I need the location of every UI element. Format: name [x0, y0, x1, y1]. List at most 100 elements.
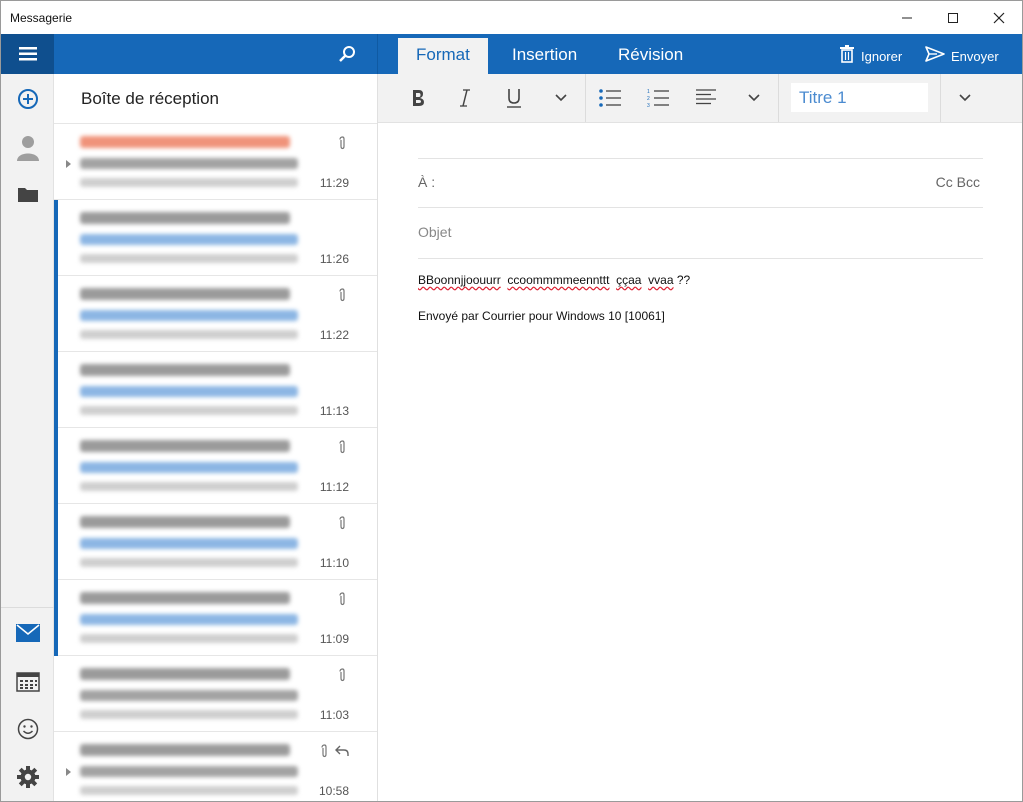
message-item[interactable]: 11:29: [54, 124, 377, 200]
underline-button[interactable]: [498, 74, 530, 122]
maximize-icon: [948, 12, 958, 23]
message-item[interactable]: 11:22: [54, 276, 377, 352]
close-window-button[interactable]: [976, 1, 1022, 34]
signature: Envoyé par Courrier pour Windows 10 [100…: [418, 309, 665, 323]
misspelled-word[interactable]: ccoommmmeennttt: [507, 273, 609, 287]
subject-field[interactable]: Objet: [418, 224, 451, 240]
folders-button[interactable]: [1, 174, 54, 214]
underline-icon: [507, 89, 521, 108]
paperclip-icon: [338, 516, 347, 535]
italic-button[interactable]: [449, 74, 481, 122]
send-button[interactable]: Envoyer: [925, 34, 999, 74]
tab-revision[interactable]: Révision: [600, 38, 701, 74]
message-item[interactable]: 11:03: [54, 656, 377, 732]
bullet-list-button[interactable]: [594, 74, 626, 122]
bullet-list-icon: [599, 89, 621, 107]
message-time: 11:10: [319, 556, 349, 570]
message-item[interactable]: 11:10: [54, 504, 377, 580]
message-time: 11:13: [319, 404, 349, 418]
message-sender-redacted: [80, 440, 290, 452]
settings-button[interactable]: [1, 757, 54, 797]
tab-format[interactable]: Format: [398, 38, 488, 74]
misspelled-word[interactable]: vvaa: [648, 273, 673, 287]
message-subject-redacted: [80, 462, 298, 473]
paragraph-more-dropdown[interactable]: [738, 74, 770, 122]
smiley-icon: [17, 718, 38, 740]
message-subject-redacted: [80, 234, 298, 245]
message-preview-redacted: [80, 558, 298, 567]
title-bar: Messagerie: [1, 1, 1022, 34]
cc-bcc-button[interactable]: Cc Bcc: [936, 174, 980, 190]
hamburger-icon: [18, 47, 37, 61]
people-button[interactable]: [1, 128, 54, 168]
message-item[interactable]: 11:12: [54, 428, 377, 504]
discard-button[interactable]: Ignorer: [839, 34, 902, 74]
paperclip-icon: [338, 440, 347, 459]
message-item[interactable]: 10:58: [54, 732, 377, 801]
svg-text:1: 1: [647, 89, 650, 95]
settings-icon: [16, 766, 39, 788]
calendar-button[interactable]: [1, 662, 54, 702]
search-button[interactable]: [327, 34, 367, 74]
font-more-dropdown[interactable]: [545, 74, 577, 122]
thread-expand-icon[interactable]: [66, 768, 71, 776]
message-item[interactable]: 11:13: [54, 352, 377, 428]
message-time: 11:22: [319, 328, 349, 342]
new-mail-icon: [17, 89, 38, 109]
thread-expand-icon[interactable]: [66, 160, 71, 168]
divider: [418, 158, 983, 159]
calendar-icon: [15, 672, 40, 692]
reply-icon: [335, 744, 349, 762]
paperclip-icon: [338, 288, 347, 307]
message-list-pane: Boîte de réception 11:29 11:26 11:22 11:13 1…: [54, 74, 378, 801]
feedback-button[interactable]: [1, 709, 54, 749]
mail-button[interactable]: [1, 613, 54, 653]
message-subject-redacted: [80, 614, 298, 625]
toolbar-separator: [585, 74, 586, 122]
bold-icon: [413, 90, 424, 106]
message-body[interactable]: BBoonnjjoouurr ccoommmmeennttt ççaa vvaa…: [418, 273, 690, 287]
to-field[interactable]: À :: [418, 174, 435, 190]
message-sender-redacted: [80, 136, 290, 148]
svg-text:2: 2: [647, 96, 650, 102]
paperclip-icon: [338, 136, 347, 155]
maximize-button[interactable]: [930, 1, 976, 34]
numbered-list-icon: 1 2 3: [647, 89, 669, 108]
tab-insertion[interactable]: Insertion: [494, 38, 595, 74]
message-time: 10:58: [318, 784, 349, 798]
paperclip-icon: [338, 668, 347, 687]
misspelled-word[interactable]: BBoonnjjoouurr: [418, 273, 501, 287]
chevron-down-icon: [959, 94, 971, 102]
svg-text:3: 3: [647, 103, 650, 108]
message-preview-redacted: [80, 330, 298, 339]
divider: [418, 258, 983, 259]
rail-separator: [1, 607, 54, 608]
message-item[interactable]: 11:09: [54, 580, 377, 656]
mail-window: Messagerie Format Insertion Révision Ign…: [0, 0, 1023, 802]
search-icon: [339, 46, 355, 62]
message-sender-redacted: [80, 744, 290, 756]
message-preview-redacted: [80, 482, 298, 491]
new-mail-button[interactable]: [1, 79, 54, 119]
toolbar-separator: [940, 74, 941, 122]
message-time: 11:26: [319, 252, 349, 266]
message-time: 11:09: [319, 632, 349, 646]
message-subject-redacted: [80, 538, 298, 549]
message-subject-redacted: [80, 766, 298, 777]
message-list: 11:29 11:26 11:22 11:13 11:12 11:10 11:09 11:03…: [54, 124, 377, 801]
message-time: 11:29: [319, 176, 349, 190]
message-preview-redacted: [80, 254, 298, 263]
hamburger-button[interactable]: [1, 34, 54, 74]
window-title: Messagerie: [10, 10, 73, 25]
message-sender-redacted: [80, 364, 290, 376]
minimize-button[interactable]: [884, 1, 930, 34]
message-sender-redacted: [80, 288, 290, 300]
numbered-list-button[interactable]: 1 2 3: [642, 74, 674, 122]
style-dropdown-toggle[interactable]: [949, 74, 981, 122]
align-button[interactable]: [690, 74, 722, 122]
bold-button[interactable]: [402, 74, 434, 122]
message-item[interactable]: 11:26: [54, 200, 377, 276]
style-dropdown[interactable]: Titre 1: [791, 83, 928, 112]
misspelled-word[interactable]: ççaa: [616, 273, 641, 287]
divider: [418, 207, 983, 208]
